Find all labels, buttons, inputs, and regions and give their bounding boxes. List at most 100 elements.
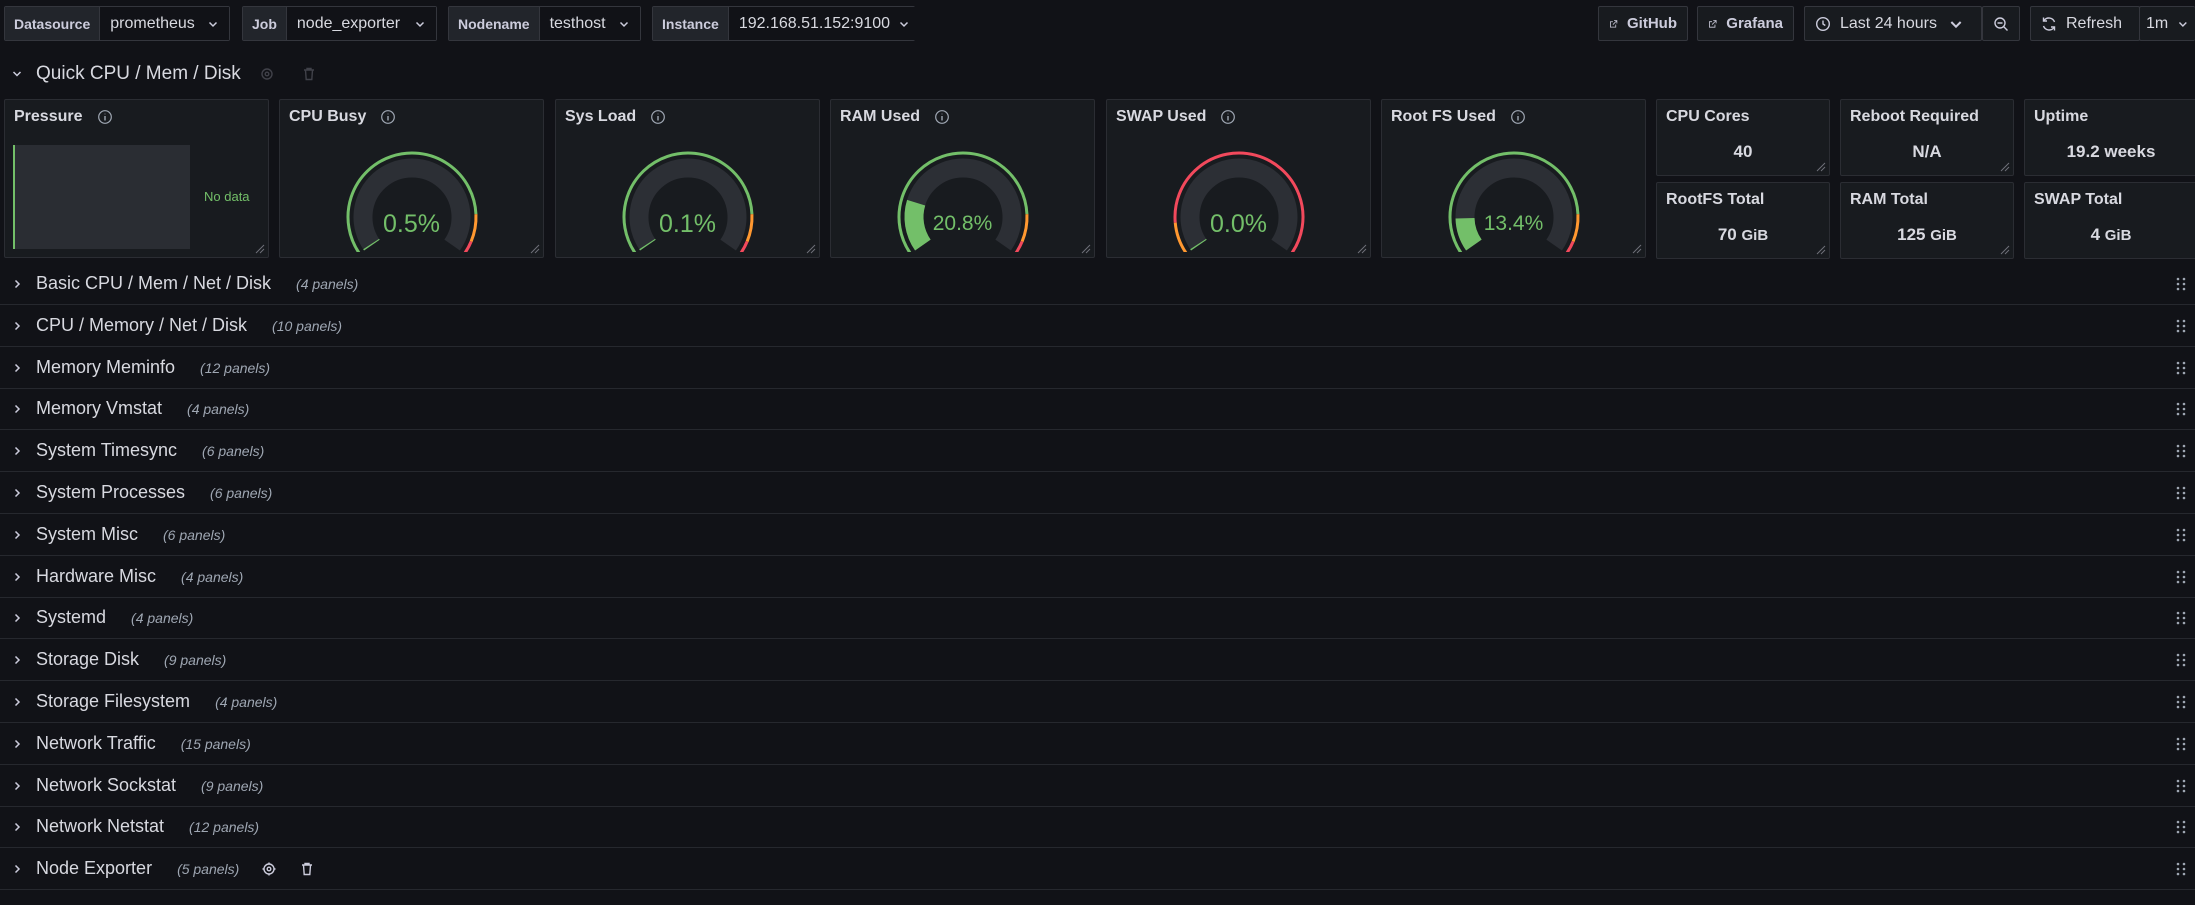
drag-handle-icon[interactable] (2175, 569, 2187, 585)
panel-sys-load[interactable]: Sys Load 0.1% (555, 99, 820, 258)
drag-handle-icon[interactable] (2175, 778, 2187, 794)
drag-handle-icon[interactable] (2175, 485, 2187, 501)
gear-icon[interactable] (261, 861, 277, 877)
panel-reboot-required[interactable]: Reboot Required N/A (1840, 99, 2014, 176)
resize-handle-icon[interactable] (806, 244, 816, 254)
drag-handle-icon[interactable] (2175, 401, 2187, 417)
zoom-out-button[interactable] (1982, 6, 2020, 41)
trash-icon[interactable] (299, 861, 315, 877)
panel-pressure[interactable]: Pressure No data (4, 99, 269, 258)
refresh-button[interactable]: Refresh (2030, 6, 2140, 41)
chevron-right-icon (14, 321, 21, 330)
collapsed-row[interactable]: Memory Vmstat (4 panels) (0, 388, 2195, 430)
resize-handle-icon[interactable] (1816, 162, 1826, 172)
drag-handle-icon[interactable] (2175, 527, 2187, 543)
resize-handle-icon[interactable] (2000, 162, 2010, 172)
trash-icon[interactable] (301, 66, 317, 82)
collapsed-row[interactable]: Hardware Misc (4 panels) (0, 556, 2195, 598)
chevron-right-icon (14, 446, 21, 455)
external-link-icon (1709, 19, 1717, 28)
resize-handle-icon[interactable] (1816, 245, 1826, 255)
info-icon[interactable] (1510, 109, 1526, 125)
collapsed-row[interactable]: Storage Filesystem (4 panels) (0, 681, 2195, 723)
resize-handle-icon[interactable] (1357, 244, 1367, 254)
panel-cpu-busy[interactable]: CPU Busy 0.5% (279, 99, 544, 258)
refresh-interval-picker[interactable]: 1m (2139, 6, 2195, 41)
collapsed-row[interactable]: Basic CPU / Mem / Net / Disk (4 panels) (0, 263, 2195, 305)
row-header-quick[interactable]: Quick CPU / Mem / Disk (0, 58, 400, 90)
collapsed-row[interactable]: Storage Disk (9 panels) (0, 639, 2195, 681)
row-title: Network Sockstat (36, 775, 177, 795)
variable-label: Job (243, 7, 287, 40)
variable-instance[interactable]: Instance 192.168.51.152:9100 (652, 6, 921, 41)
variable-select[interactable]: 192.168.51.152:9100 (728, 7, 921, 40)
collapsed-row[interactable]: Systemd (4 panels) (0, 597, 2195, 639)
panel-swap-total[interactable]: SWAP Total 4 GiB (2024, 182, 2195, 259)
info-icon[interactable] (650, 109, 666, 125)
collapsed-row[interactable]: System Misc (6 panels) (0, 514, 2195, 556)
collapsed-row[interactable]: Memory Meminfo (12 panels) (0, 347, 2195, 389)
time-range-picker[interactable]: Last 24 hours (1804, 6, 1982, 41)
chevron-right-icon (14, 363, 21, 372)
row-title: System Misc (36, 524, 139, 544)
drag-handle-icon[interactable] (2175, 443, 2187, 459)
drag-handle-icon[interactable] (2175, 610, 2187, 626)
resize-handle-icon[interactable] (1632, 244, 1642, 254)
panel-rootfs-total[interactable]: RootFS Total 70 GiB (1656, 182, 1830, 259)
variable-job[interactable]: Job node_exporter (242, 6, 437, 41)
variable-select[interactable]: testhost (539, 7, 640, 40)
github-link-button[interactable]: GitHub (1598, 6, 1688, 41)
gauge-value: 0.1% (659, 210, 716, 238)
drag-handle-icon[interactable] (2175, 736, 2187, 752)
panel-title: Root FS Used (1391, 108, 1496, 125)
drag-handle-icon[interactable] (2175, 360, 2187, 376)
drag-handle-icon[interactable] (2175, 819, 2187, 835)
gauge-value-arc (362, 238, 380, 251)
collapsed-row[interactable]: Network Netstat (12 panels) (0, 806, 2195, 848)
info-icon[interactable] (1220, 109, 1236, 125)
resize-handle-icon[interactable] (530, 244, 540, 254)
panel-ram-total[interactable]: RAM Total 125 GiB (1840, 182, 2014, 259)
panel-ram-used[interactable]: RAM Used 20.8% (830, 99, 1095, 258)
collapsed-row[interactable]: Node Exporter (5 panels) (0, 848, 2195, 890)
collapsed-row[interactable]: Network Sockstat (9 panels) (0, 765, 2195, 807)
collapsed-row[interactable]: System Timesync (6 panels) (0, 430, 2195, 472)
collapsed-row[interactable]: Network Traffic (15 panels) (0, 723, 2195, 765)
chevron-down-icon (900, 21, 909, 27)
chevron-down-icon (1950, 20, 1962, 28)
panel-swap-used[interactable]: SWAP Used 0.0% (1106, 99, 1371, 258)
row-panel-count: (6 panels) (163, 526, 226, 543)
variable-select[interactable]: prometheus (100, 7, 229, 40)
zoom-out-icon (1994, 16, 2008, 31)
info-icon[interactable] (380, 109, 396, 125)
stat-number: 40 (1733, 142, 1753, 161)
panel-title: Uptime (2034, 108, 2089, 125)
drag-handle-icon[interactable] (2175, 318, 2187, 334)
panel-uptime[interactable]: Uptime 19.2 weeks (2024, 99, 2195, 176)
info-icon[interactable] (934, 109, 950, 125)
panel-title: SWAP Total (2034, 191, 2123, 208)
drag-handle-icon[interactable] (2175, 694, 2187, 710)
gear-icon[interactable] (259, 66, 275, 82)
drag-handle-icon[interactable] (2175, 861, 2187, 877)
row-panel-count: (12 panels) (189, 818, 260, 835)
panel-title: RootFS Total (1666, 191, 1765, 208)
chevron-right-icon (14, 488, 21, 497)
panel-root-fs-used[interactable]: Root FS Used 13.4% (1381, 99, 1646, 258)
info-icon[interactable] (97, 109, 113, 125)
variable-nodename[interactable]: Nodename testhost (448, 6, 641, 41)
variable-select[interactable]: node_exporter (286, 7, 436, 40)
chevron-down-icon (208, 21, 218, 27)
row-panel-count: (15 panels) (180, 735, 251, 752)
resize-handle-icon[interactable] (1081, 244, 1091, 254)
drag-handle-icon[interactable] (2175, 652, 2187, 668)
collapsed-row[interactable]: CPU / Memory / Net / Disk (10 panels) (0, 305, 2195, 347)
collapsed-row[interactable]: System Processes (6 panels) (0, 472, 2195, 514)
resize-handle-icon[interactable] (2000, 245, 2010, 255)
refresh-icon (2042, 16, 2056, 31)
variable-datasource[interactable]: Datasource prometheus (4, 6, 230, 41)
drag-handle-icon[interactable] (2175, 276, 2187, 292)
grafana-link-button[interactable]: Grafana (1697, 6, 1794, 41)
panel-cpu-cores[interactable]: CPU Cores 40 (1656, 99, 1830, 176)
resize-handle-icon[interactable] (255, 244, 265, 254)
